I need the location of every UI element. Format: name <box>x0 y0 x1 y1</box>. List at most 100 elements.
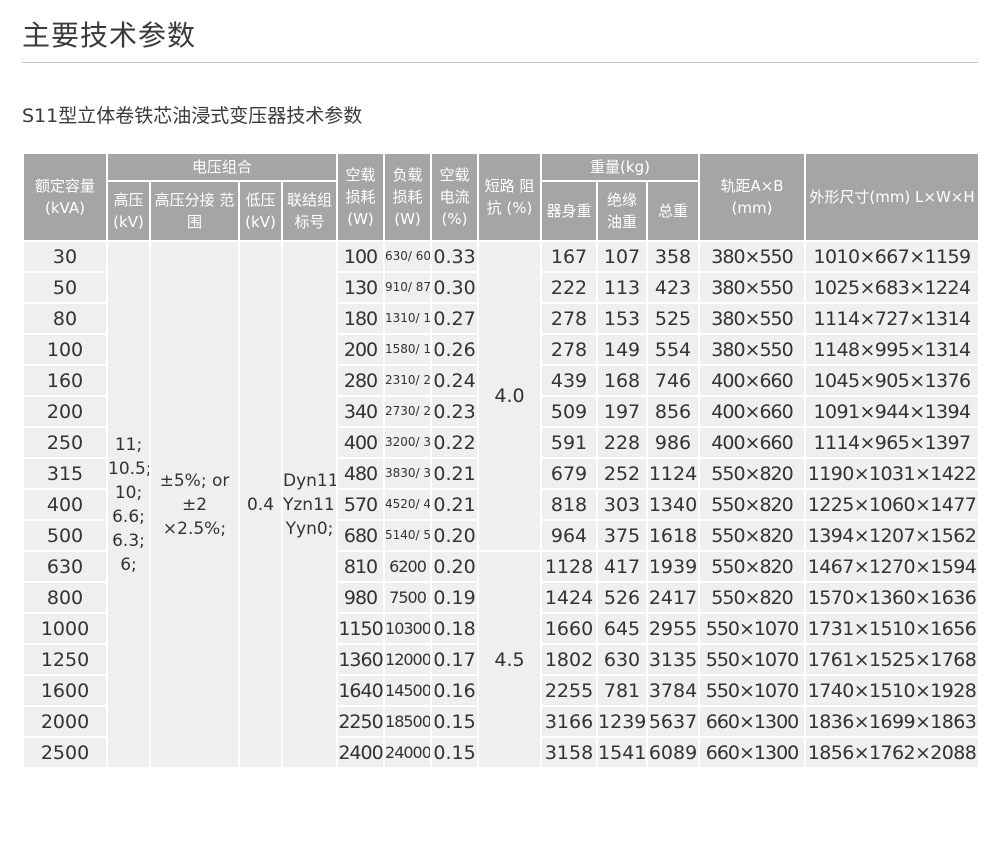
header-total-weight: 总重 <box>646 180 701 242</box>
cell-no-load-loss: 2400 <box>336 736 386 769</box>
cell-no-load-loss: 810 <box>336 550 386 583</box>
cell-capacity: 250 <box>22 426 108 459</box>
cell-no-load-current: 0.30 <box>430 271 480 304</box>
table-row: 30 11; 10.5; 10; 6.6; 6.3; 6; ±5%; or ±2 ×… <box>22 240 981 769</box>
cell-track: 550×820 <box>698 488 807 521</box>
cell-oil-weight: 1239 <box>596 705 649 738</box>
cell-dimensions: 1856×1762×2088 <box>804 736 981 769</box>
cell-load-loss: 630/ 600 <box>383 240 433 273</box>
cell-no-load-current: 0.21 <box>430 457 480 490</box>
cell-track: 550×820 <box>698 457 807 490</box>
cell-track: 550×820 <box>698 550 807 583</box>
cell-load-loss: 12000 <box>383 643 433 676</box>
header-impedance: 短路 阻抗 (%) <box>477 152 543 242</box>
cell-no-load-loss: 480 <box>336 457 386 490</box>
cell-track: 550×1070 <box>698 674 807 707</box>
cell-oil-weight: 303 <box>596 488 649 521</box>
cell-load-loss: 5140/ 5100 <box>383 519 433 552</box>
cell-track: 380×550 <box>698 333 807 366</box>
cell-no-load-loss: 2250 <box>336 705 386 738</box>
cell-body-weight: 278 <box>540 333 599 366</box>
cell-capacity: 30 <box>22 240 108 273</box>
cell-capacity: 50 <box>22 271 108 304</box>
cell-body-weight: 509 <box>540 395 599 428</box>
cell-no-load-current: 0.16 <box>430 674 480 707</box>
cell-no-load-loss: 200 <box>336 333 386 366</box>
table-body: 30 11; 10.5; 10; 6.6; 6.3; 6; ±5%; or ±2 ×… <box>22 240 981 769</box>
cell-no-load-loss: 980 <box>336 581 386 614</box>
cell-capacity: 1600 <box>22 674 108 707</box>
cell-load-loss: 7500 <box>383 581 433 614</box>
cell-load-loss: 910/ 870 <box>383 271 433 304</box>
cell-oil-weight: 417 <box>596 550 649 583</box>
cell-dimensions: 1010×667×1159 <box>804 240 981 273</box>
cell-dimensions: 1740×1510×1928 <box>804 674 981 707</box>
cell-total-weight: 746 <box>646 364 701 397</box>
cell-total-weight: 2417 <box>646 581 701 614</box>
cell-track: 400×660 <box>698 364 807 397</box>
cell-no-load-current: 0.26 <box>430 333 480 366</box>
cell-body-weight: 3158 <box>540 736 599 769</box>
header-body-weight: 器身重 <box>540 180 599 242</box>
cell-no-load-current: 0.23 <box>430 395 480 428</box>
cell-total-weight: 3784 <box>646 674 701 707</box>
header-hv: 高压 (kV) <box>106 180 151 242</box>
cell-body-weight: 964 <box>540 519 599 552</box>
cell-capacity: 80 <box>22 302 108 335</box>
header-no-load-current: 空载 电流 (%) <box>430 152 480 242</box>
cell-no-load-current: 0.19 <box>430 581 480 614</box>
cell-track: 550×1070 <box>698 643 807 676</box>
cell-capacity: 2500 <box>22 736 108 769</box>
cell-dimensions: 1394×1207×1562 <box>804 519 981 552</box>
cell-no-load-loss: 400 <box>336 426 386 459</box>
cell-capacity: 1000 <box>22 612 108 645</box>
cell-oil-weight: 526 <box>596 581 649 614</box>
cell-no-load-current: 0.17 <box>430 643 480 676</box>
cell-track: 380×550 <box>698 240 807 273</box>
cell-body-weight: 3166 <box>540 705 599 738</box>
header-oil-weight: 绝缘 油重 <box>596 180 649 242</box>
cell-load-loss: 18500 <box>383 705 433 738</box>
cell-body-weight: 1802 <box>540 643 599 676</box>
cell-vector-group-merged: Dyn11; Yzn11; Yyn0; <box>280 240 339 769</box>
cell-oil-weight: 153 <box>596 302 649 335</box>
cell-capacity: 315 <box>22 457 108 490</box>
cell-body-weight: 679 <box>540 457 599 490</box>
cell-no-load-loss: 1360 <box>336 643 386 676</box>
header-weight: 重量(kg) <box>540 152 701 182</box>
cell-no-load-loss: 1150 <box>336 612 386 645</box>
cell-load-loss: 10300 <box>383 612 433 645</box>
cell-capacity: 200 <box>22 395 108 428</box>
cell-no-load-loss: 280 <box>336 364 386 397</box>
cell-oil-weight: 228 <box>596 426 649 459</box>
cell-track: 380×550 <box>698 302 807 335</box>
cell-dimensions: 1045×905×1376 <box>804 364 981 397</box>
cell-no-load-current: 0.33 <box>430 240 480 273</box>
cell-load-loss: 24000 <box>383 736 433 769</box>
cell-impedance-group-1: 4.0 <box>477 240 543 552</box>
cell-load-loss: 4520/ 4300 <box>383 488 433 521</box>
cell-load-loss: 3830/ 3650 <box>383 457 433 490</box>
cell-total-weight: 6089 <box>646 736 701 769</box>
cell-total-weight: 986 <box>646 426 701 459</box>
cell-dimensions: 1025×683×1224 <box>804 271 981 304</box>
cell-track: 660×1300 <box>698 736 807 769</box>
cell-lv-merged: 0.4 <box>238 240 283 769</box>
cell-track: 550×820 <box>698 581 807 614</box>
cell-total-weight: 1618 <box>646 519 701 552</box>
cell-total-weight: 3135 <box>646 643 701 676</box>
cell-body-weight: 278 <box>540 302 599 335</box>
cell-dimensions: 1761×1525×1768 <box>804 643 981 676</box>
cell-body-weight: 2255 <box>540 674 599 707</box>
header-no-load-loss: 空载 损耗 (W) <box>336 152 386 242</box>
cell-track: 550×820 <box>698 519 807 552</box>
cell-dimensions: 1836×1699×1863 <box>804 705 981 738</box>
cell-capacity: 630 <box>22 550 108 583</box>
cell-oil-weight: 252 <box>596 457 649 490</box>
cell-load-loss: 6200 <box>383 550 433 583</box>
cell-capacity: 100 <box>22 333 108 366</box>
cell-oil-weight: 1541 <box>596 736 649 769</box>
cell-no-load-current: 0.22 <box>430 426 480 459</box>
cell-total-weight: 5637 <box>646 705 701 738</box>
cell-capacity: 2000 <box>22 705 108 738</box>
